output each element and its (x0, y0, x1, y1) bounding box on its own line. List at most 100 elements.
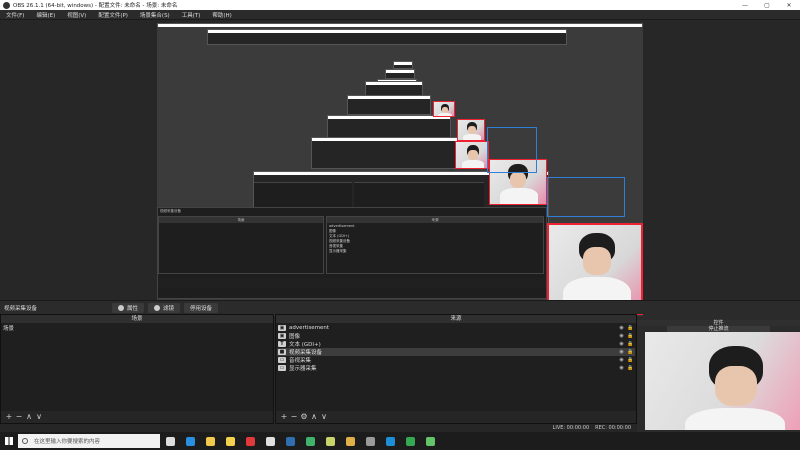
move-up-icon[interactable]: ∧ (309, 413, 319, 421)
camera-icon: ■ (278, 349, 286, 355)
menu-scene-collection[interactable]: 场景集合(S) (134, 11, 176, 19)
edge-blue-icon[interactable] (380, 432, 400, 450)
notes-app-icon-glyph (325, 436, 335, 446)
nested-window-3 (385, 69, 415, 79)
source-name: 文本 (GDI+) (289, 342, 321, 348)
text-icon: T (278, 341, 286, 347)
chrome-icon-glyph (405, 436, 415, 446)
close-button[interactable]: ✕ (778, 2, 800, 9)
source-toolbar: 视频采集设备 属性 滤镜 停用设备 (0, 300, 800, 314)
eye-icon[interactable]: ◉ (617, 365, 626, 371)
lock-icon[interactable]: 🔒 (626, 325, 635, 331)
minimize-button[interactable]: — (734, 2, 756, 9)
file-explorer-icon[interactable] (200, 432, 220, 450)
menu-view[interactable]: 视图(V) (61, 11, 92, 19)
maximize-button[interactable]: ▢ (756, 2, 778, 9)
lock-icon[interactable]: 🔒 (626, 349, 635, 355)
lock-icon[interactable]: 🔒 (626, 333, 635, 339)
source-name: 视频采集设备 (289, 350, 323, 356)
edge-icon[interactable] (180, 432, 200, 450)
deactivate-button[interactable]: 停用设备 (184, 302, 219, 313)
folder-app-icon-glyph (345, 436, 355, 446)
nested-scenes-dock: 场景 (158, 216, 324, 274)
filters-button[interactable]: 滤镜 (148, 302, 181, 313)
nested-window-2 (393, 61, 413, 69)
live-status: LIVE: 00:00:00 (552, 425, 590, 431)
nested-source-label: 视频采集设备 (160, 209, 181, 213)
lock-icon[interactable]: 🔒 (626, 341, 635, 347)
window-title-bar: OBS 26.1.1 (64-bit, windows) - 配置文件: 未命名… (0, 0, 800, 10)
obs-icon[interactable] (360, 432, 380, 450)
search-icon (22, 438, 28, 444)
add-source-icon[interactable]: + (279, 413, 289, 421)
sources-dock: 来源 ▣ advertisement ◉ 🔒 ▣ 图像 ◉ 🔒 T 文本 (GDI+) ◉ 🔒 ■ 视频采… (275, 314, 637, 424)
task-view-icon[interactable] (160, 432, 180, 450)
eye-icon[interactable]: ◉ (617, 357, 626, 363)
menu-file[interactable]: 文件(F) (0, 11, 30, 19)
file-explorer-icon-glyph (205, 436, 215, 446)
nested-sources-dock: 来源 advertisement 图像 文本 (GDI+) 视频采集设备 音视采… (326, 216, 544, 274)
taskbar-search[interactable]: 在这里输入你要搜索的内容 (18, 434, 160, 448)
remove-source-icon[interactable]: − (289, 413, 299, 421)
image-icon: ▣ (278, 325, 286, 331)
source-name: advertisement (289, 325, 330, 331)
windows-logo-icon (5, 437, 13, 445)
monitor-icon: ▭ (278, 357, 286, 363)
circle-app-icon-glyph (225, 436, 235, 446)
source-item[interactable]: ■ 视频采集设备 ◉ 🔒 (277, 348, 635, 356)
window-title: OBS 26.1.1 (64-bit, windows) - 配置文件: 未命名… (13, 3, 178, 9)
music-app-icon[interactable] (420, 432, 440, 450)
edge-icon-glyph (185, 436, 195, 446)
gear-icon[interactable]: ⚙ (299, 413, 309, 421)
red-app-icon-glyph (245, 436, 255, 446)
store-icon[interactable] (260, 432, 280, 450)
filter-icon (154, 304, 161, 311)
menu-bar: 文件(F) 编辑(E) 视图(V) 配置文件(P) 场景集合(S) 工具(T) … (0, 10, 800, 20)
nested-webcam-3 (455, 141, 489, 169)
eye-icon[interactable]: ◉ (617, 349, 626, 355)
nested-sources-header: 来源 (327, 217, 543, 223)
green-app-icon-glyph (305, 436, 315, 446)
source-item[interactable]: T 文本 (GDI+) ◉ 🔒 (277, 340, 635, 348)
scene-item[interactable]: 场景 (3, 324, 14, 332)
menu-edit[interactable]: 编辑(E) (30, 11, 61, 19)
properties-button[interactable]: 属性 (112, 302, 145, 313)
menu-profile[interactable]: 配置文件(P) (92, 11, 134, 19)
source-item[interactable]: ▭ 显示器采集 ◉ 🔒 (277, 364, 635, 372)
source-item[interactable]: ▭ 音视采集 ◉ 🔒 (277, 356, 635, 364)
menu-tools[interactable]: 工具(T) (176, 11, 207, 19)
source-item[interactable]: ▣ 图像 ◉ 🔒 (277, 332, 635, 340)
eye-icon[interactable]: ◉ (617, 341, 626, 347)
menu-help[interactable]: 帮助(H) (206, 11, 237, 19)
start-button[interactable] (0, 432, 18, 450)
chrome-icon[interactable] (400, 432, 420, 450)
nested-title-bar (157, 23, 643, 27)
scenes-title: 场景 (1, 315, 273, 323)
source-item[interactable]: ▣ advertisement ◉ 🔒 (277, 324, 635, 332)
preview-canvas[interactable]: 视频采集设备 场景 来源 advertisement 图像 文本 (GDI+) … (157, 23, 643, 316)
lock-icon[interactable]: 🔒 (626, 365, 635, 371)
source-name: 图像 (289, 334, 301, 340)
guide-line (487, 127, 537, 173)
move-down-icon[interactable]: ∨ (319, 413, 329, 421)
source-name: 显示器采集 (289, 366, 317, 372)
folder-app-icon[interactable] (340, 432, 360, 450)
steam-icon[interactable] (280, 432, 300, 450)
nested-webcam-2 (457, 119, 485, 141)
windows-taskbar: 在这里输入你要搜索的内容 (0, 432, 800, 450)
green-app-icon[interactable] (300, 432, 320, 450)
monitor-icon: ▭ (278, 365, 286, 371)
remove-scene-icon[interactable]: − (14, 413, 24, 421)
preview-area[interactable]: 视频采集设备 场景 来源 advertisement 图像 文本 (GDI+) … (0, 20, 800, 316)
eye-icon[interactable]: ◉ (617, 325, 626, 331)
current-source-label: 视频采集设备 (4, 305, 38, 312)
move-down-icon[interactable]: ∨ (34, 413, 44, 421)
notes-app-icon[interactable] (320, 432, 340, 450)
eye-icon[interactable]: ◉ (617, 333, 626, 339)
red-app-icon[interactable] (240, 432, 260, 450)
circle-app-icon[interactable] (220, 432, 240, 450)
add-scene-icon[interactable]: + (4, 413, 14, 421)
lock-icon[interactable]: 🔒 (626, 357, 635, 363)
obs-icon-glyph (365, 436, 375, 446)
move-up-icon[interactable]: ∧ (24, 413, 34, 421)
